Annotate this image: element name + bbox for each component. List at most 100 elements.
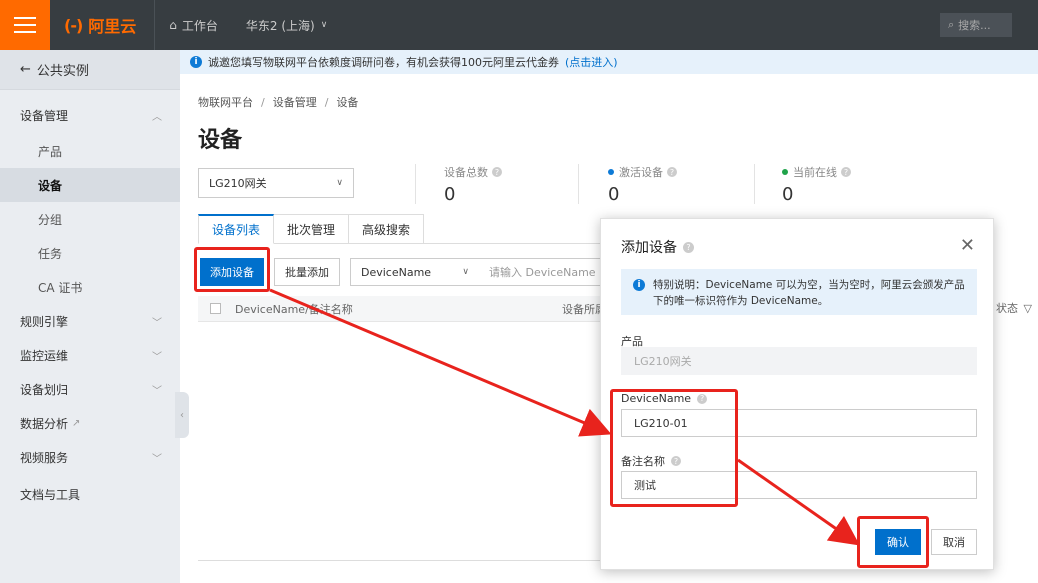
- annotation-box-confirm: [857, 516, 929, 568]
- chevron-left-icon: ‹: [180, 409, 184, 421]
- chevron-up-icon: ︿: [152, 111, 162, 123]
- batch-add-button[interactable]: 批量添加: [274, 258, 340, 286]
- region-selector[interactable]: 华东2 (上海) ∨: [232, 0, 341, 50]
- help-icon[interactable]: ?: [667, 167, 677, 177]
- sidebar-group-label: 设备划归: [20, 382, 69, 397]
- status-dot-icon: [782, 169, 788, 175]
- stat-active-devices: 激活设备? 0: [608, 164, 677, 205]
- home-icon: ⌂: [169, 18, 177, 32]
- status-dot-icon: [608, 169, 614, 175]
- brand-name: 阿里云: [88, 17, 137, 36]
- product-select[interactable]: LG210网关 ∨: [198, 168, 354, 198]
- cancel-button[interactable]: 取消: [931, 529, 977, 555]
- product-select-value: LG210网关: [209, 177, 267, 190]
- breadcrumb-item[interactable]: 物联网平台: [198, 96, 253, 109]
- stat-label: 激活设备: [619, 166, 663, 179]
- sidebar-group-monitoring[interactable]: 监控运维 ﹀: [0, 338, 180, 372]
- filter-icon[interactable]: ▽: [1024, 302, 1032, 315]
- column-header-status-label: 状态: [996, 302, 1018, 315]
- dialog-tip: i 特别说明：DeviceName 可以为空，当为空时，阿里云会颁发产品下的唯一…: [621, 269, 977, 315]
- chevron-down-icon: ∨: [336, 178, 343, 188]
- stat-label: 设备总数: [444, 166, 488, 179]
- product-field-value: LG210网关: [634, 355, 692, 368]
- table-header: DeviceName/备注名称 设备所属: [198, 296, 618, 322]
- stat-value: 0: [782, 184, 794, 205]
- sidebar-group-docs-tools[interactable]: 文档与工具: [0, 474, 180, 514]
- stat-divider: [754, 164, 755, 204]
- chevron-down-icon: ﹀: [152, 351, 162, 363]
- sidebar-group-data-analysis[interactable]: 数据分析 ↗: [0, 406, 180, 440]
- notice-banner: i 诚邀您填写物联网平台依赖度调研问卷，有机会获得100元阿里云代金券 (点击进…: [180, 50, 1038, 74]
- stat-online-devices: 当前在线? 0: [782, 164, 851, 205]
- filter-field-select[interactable]: DeviceName ∨: [350, 258, 480, 286]
- sidebar-group-label: 监控运维: [20, 348, 69, 363]
- product-field: LG210网关: [621, 347, 977, 375]
- dialog-header: 添加设备 ?: [621, 237, 694, 257]
- chevron-down-icon: ∨: [462, 267, 469, 277]
- sidebar-back-label: 公共实例: [36, 64, 89, 79]
- column-header-devicename: DeviceName/备注名称: [235, 302, 353, 316]
- external-link-icon: ↗: [72, 417, 81, 429]
- dialog-title: 添加设备: [621, 240, 677, 256]
- notice-link[interactable]: (点击进入): [565, 54, 618, 70]
- table-footer-line: [198, 560, 608, 561]
- breadcrumb: 物联网平台 / 设备管理 / 设备: [198, 96, 359, 109]
- breadcrumb-item: 设备: [336, 96, 359, 109]
- tab-batch-management[interactable]: 批次管理: [274, 214, 350, 244]
- sidebar-group-label: 数据分析: [20, 416, 69, 431]
- notice-text: 诚邀您填写物联网平台依赖度调研问卷，有机会获得100元阿里云代金券: [208, 56, 559, 69]
- chevron-down-icon: ∨: [320, 20, 328, 30]
- close-icon[interactable]: ✕: [960, 235, 975, 256]
- sidebar-group-label: 设备管理: [20, 108, 69, 123]
- workbench-label: 工作台: [181, 18, 218, 33]
- annotation-box-fields: [610, 389, 738, 507]
- sidebar-group-rule-engine[interactable]: 规则引擎 ﹀: [0, 304, 180, 338]
- tab-bar: 设备列表 批次管理 高级搜索: [198, 214, 425, 244]
- page-title: 设备: [198, 128, 243, 153]
- chevron-down-icon: ﹀: [152, 385, 162, 397]
- arrow-left-icon: ←: [20, 62, 31, 77]
- info-icon: i: [633, 279, 645, 291]
- sidebar-item-device[interactable]: 设备: [0, 168, 180, 202]
- menu-button[interactable]: [0, 0, 50, 50]
- stat-value: 0: [608, 184, 620, 205]
- annotation-box-add-device: [194, 247, 270, 292]
- sidebar-item-task[interactable]: 任务: [0, 236, 180, 270]
- help-icon[interactable]: ?: [492, 167, 502, 177]
- search-box[interactable]: ⌕ 搜索...: [940, 13, 1012, 37]
- brand-logo[interactable]: (-) 阿里云: [50, 0, 156, 50]
- sidebar-back-link[interactable]: ← 公共实例: [0, 50, 180, 90]
- filter-input[interactable]: 请输入 DeviceName: [479, 258, 609, 286]
- workbench-link[interactable]: ⌂ 工作台: [155, 0, 232, 50]
- column-header-status[interactable]: 状态 ▽: [996, 300, 1032, 316]
- tab-advanced-search[interactable]: 高级搜索: [349, 214, 425, 244]
- filter-field-value: DeviceName: [361, 265, 432, 279]
- help-icon[interactable]: ?: [841, 167, 851, 177]
- sidebar-group-label: 规则引擎: [20, 314, 69, 329]
- chevron-down-icon: ﹀: [152, 317, 162, 329]
- sidebar-group-label: 视频服务: [20, 450, 69, 465]
- sidebar-group-device-assign[interactable]: 设备划归 ﹀: [0, 372, 180, 406]
- sidebar-item-product[interactable]: 产品: [0, 134, 180, 168]
- sidebar-item-group[interactable]: 分组: [0, 202, 180, 236]
- breadcrumb-item[interactable]: 设备管理: [273, 96, 317, 109]
- filter-input-placeholder: 请输入 DeviceName: [489, 266, 596, 279]
- sidebar-collapse-handle[interactable]: ‹: [175, 392, 189, 438]
- stat-total-devices: 设备总数? 0: [444, 164, 502, 205]
- hamburger-icon: [14, 17, 36, 33]
- dialog-tip-text: 特别说明：DeviceName 可以为空，当为空时，阿里云会颁发产品下的唯一标识…: [653, 279, 965, 307]
- help-icon[interactable]: ?: [683, 241, 694, 253]
- tab-device-list[interactable]: 设备列表: [198, 214, 275, 244]
- sidebar: ← 公共实例 设备管理 ︿ 产品 设备 分组 任务 CA 证书 规则引擎 ﹀ 监…: [0, 50, 180, 583]
- search-placeholder: 搜索...: [958, 19, 991, 32]
- top-bar: (-) 阿里云 ⌂ 工作台 华东2 (上海) ∨ ⌕ 搜索...: [0, 0, 1038, 50]
- sidebar-group-label: 文档与工具: [20, 487, 81, 502]
- sidebar-group-video-service[interactable]: 视频服务 ﹀: [0, 440, 180, 474]
- sidebar-group-device-management[interactable]: 设备管理 ︿: [0, 96, 180, 134]
- stat-divider: [415, 164, 416, 204]
- sidebar-item-ca-cert[interactable]: CA 证书: [0, 270, 180, 304]
- select-all-checkbox[interactable]: [210, 303, 221, 314]
- stat-label: 当前在线: [793, 166, 837, 179]
- chevron-down-icon: ﹀: [152, 453, 162, 465]
- stat-divider: [578, 164, 579, 204]
